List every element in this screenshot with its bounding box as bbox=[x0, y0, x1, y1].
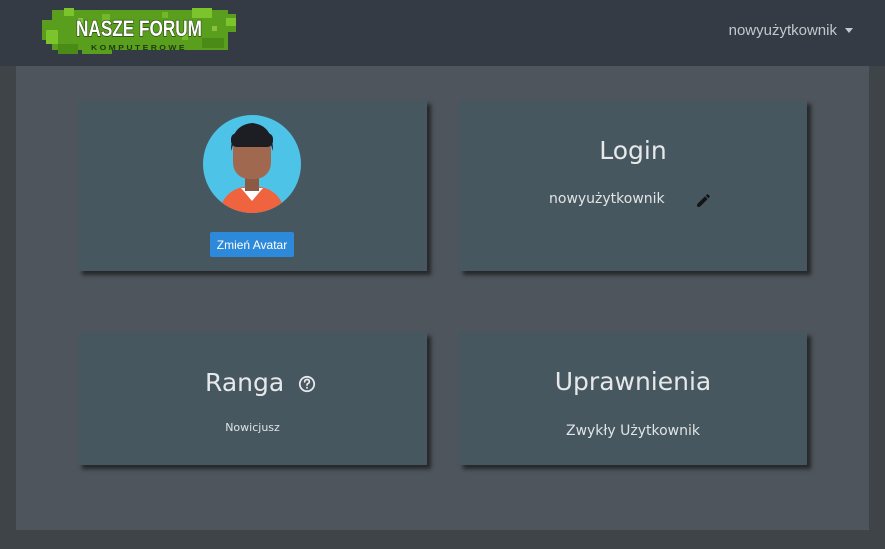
rank-card: Ranga Nowicjusz bbox=[78, 332, 427, 465]
login-value: nowyużytkownik bbox=[549, 191, 665, 207]
login-title: Login bbox=[599, 136, 667, 165]
user-dropdown[interactable]: nowyużytkownik bbox=[729, 22, 853, 39]
permissions-title: Uprawnienia bbox=[554, 367, 712, 396]
profile-panel: Zmień Avatar Login nowyużytkownik Ranga … bbox=[16, 66, 869, 530]
permissions-card: Uprawnienia Zwykły Użytkownik bbox=[459, 332, 807, 465]
chevron-down-icon[interactable] bbox=[845, 28, 853, 33]
login-card: Login nowyużytkownik bbox=[459, 100, 807, 271]
rank-value: Nowicjusz bbox=[225, 421, 280, 434]
pencil-icon[interactable] bbox=[695, 192, 712, 209]
rank-title: Ranga bbox=[205, 368, 285, 397]
change-avatar-button[interactable]: Zmień Avatar bbox=[210, 232, 294, 257]
help-circle-icon[interactable] bbox=[298, 375, 316, 393]
navbar: NASZE FORUM KOMPUTEROWE nowyużytkownik bbox=[0, 0, 885, 66]
user-avatar bbox=[203, 115, 301, 213]
logo-title: NASZE FORUM bbox=[76, 16, 202, 41]
forum-logo[interactable]: NASZE FORUM KOMPUTEROWE bbox=[42, 8, 236, 56]
permissions-value: Zwykły Użytkownik bbox=[565, 423, 700, 439]
logo-subtitle: KOMPUTEROWE bbox=[91, 45, 187, 52]
username-label[interactable]: nowyużytkownik bbox=[729, 22, 837, 39]
avatar-card: Zmień Avatar bbox=[78, 100, 427, 271]
